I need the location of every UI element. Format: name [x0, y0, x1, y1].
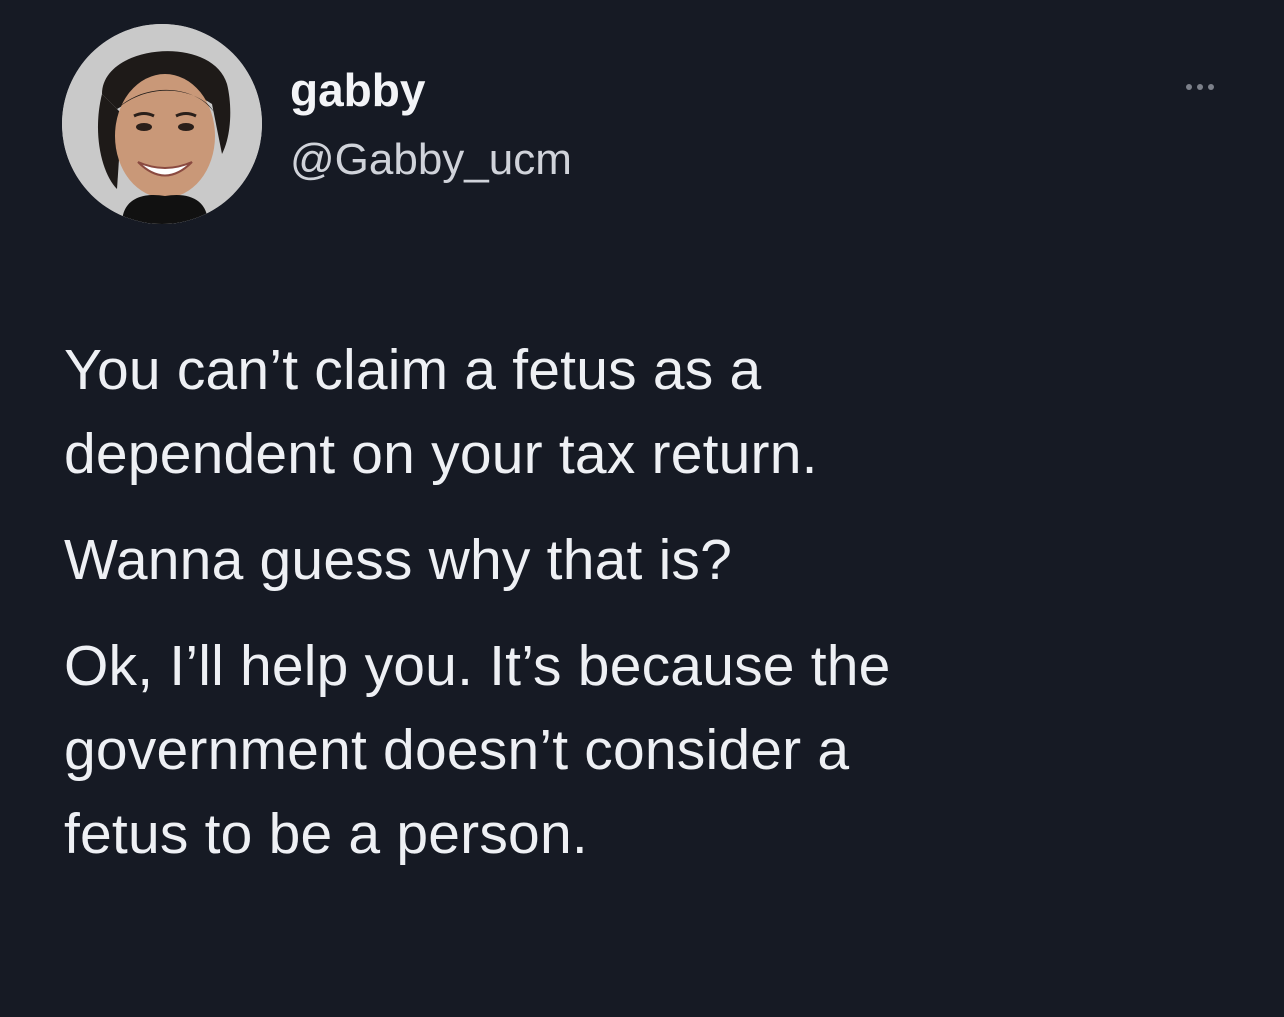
author-handle[interactable]: @Gabby_ucm: [290, 132, 572, 188]
tweet-paragraph: You can’t claim a fetus as a dependent o…: [64, 328, 1244, 496]
more-dot: [1186, 84, 1192, 90]
tweet-paragraph: Ok, I’ll help you. It’s because the gove…: [64, 624, 1244, 876]
tweet-line: government doesn’t consider a: [64, 718, 850, 782]
more-dot: [1197, 84, 1203, 90]
tweet-line: Ok, I’ll help you. It’s because the: [64, 634, 891, 698]
more-options-icon[interactable]: [1172, 72, 1228, 102]
tweet-line: dependent on your tax return.: [64, 422, 818, 486]
tweet-line: You can’t claim a fetus as a: [64, 338, 762, 402]
tweet-line: Wanna guess why that is?: [64, 528, 733, 592]
avatar-photo: [62, 24, 262, 224]
more-dot: [1208, 84, 1214, 90]
author-display-name[interactable]: gabby: [290, 62, 425, 118]
tweet-text: You can’t claim a fetus as a dependent o…: [64, 328, 1244, 876]
tweet-paragraph: Wanna guess why that is?: [64, 518, 1244, 602]
tweet-line: fetus to be a person.: [64, 802, 588, 866]
author-avatar[interactable]: [62, 24, 262, 224]
tweet-card: gabby @Gabby_ucm You can’t claim a fetus…: [0, 0, 1284, 1017]
